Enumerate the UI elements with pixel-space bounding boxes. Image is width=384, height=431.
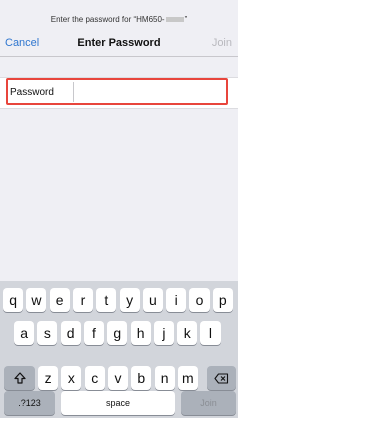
key-r[interactable]: r [72,288,94,312]
key-d[interactable]: d [60,321,81,345]
prompt-text-end: ” [184,15,188,24]
key-v[interactable]: v [107,366,129,390]
key-a[interactable]: a [14,321,35,345]
delete-key[interactable] [207,366,236,390]
key-t[interactable]: t [96,288,117,312]
space-key[interactable]: space [61,391,175,415]
key-y[interactable]: y [119,288,140,312]
keyboard: .?123 space Join qwertyuiop asdfghjkl zxcv… [0,281,238,418]
password-screen: Enter the password for “HM650- ” Cancel E… [0,0,238,418]
key-j[interactable]: j [153,321,174,345]
key-u[interactable]: u [142,288,163,312]
key-f[interactable]: f [83,321,105,345]
field-highlight-box [6,78,228,105]
key-e[interactable]: e [49,288,70,312]
keyboard-join-key[interactable]: Join [181,391,236,415]
key-s[interactable]: s [37,321,58,345]
key-q[interactable]: q [3,288,24,312]
password-prompt: Enter the password for “HM650- ” [0,15,238,25]
redacted-network-name [165,17,184,23]
key-b[interactable]: b [131,366,152,390]
join-button[interactable]: Join [212,37,232,49]
key-o[interactable]: o [189,288,210,312]
key-i[interactable]: i [166,288,187,312]
key-m[interactable]: m [177,366,198,390]
key-k[interactable]: k [177,321,198,345]
key-n[interactable]: n [154,366,175,390]
key-z[interactable]: z [38,366,59,390]
key-g[interactable]: g [107,321,128,345]
key-w[interactable]: w [26,288,47,312]
key-h[interactable]: h [130,321,151,345]
key-l[interactable]: l [200,321,221,345]
key-p[interactable]: p [212,288,233,312]
key-x[interactable]: x [61,366,82,390]
shift-arrow-icon [13,372,26,384]
backspace-icon [214,372,229,384]
nav-bar: Cancel Enter Password Join [0,30,238,57]
numbers-key[interactable]: .?123 [4,391,55,415]
prompt-text: Enter the password for “HM650- [50,15,165,24]
page-title: Enter Password [77,37,161,49]
shift-key[interactable] [4,366,35,390]
key-c[interactable]: c [84,366,105,390]
